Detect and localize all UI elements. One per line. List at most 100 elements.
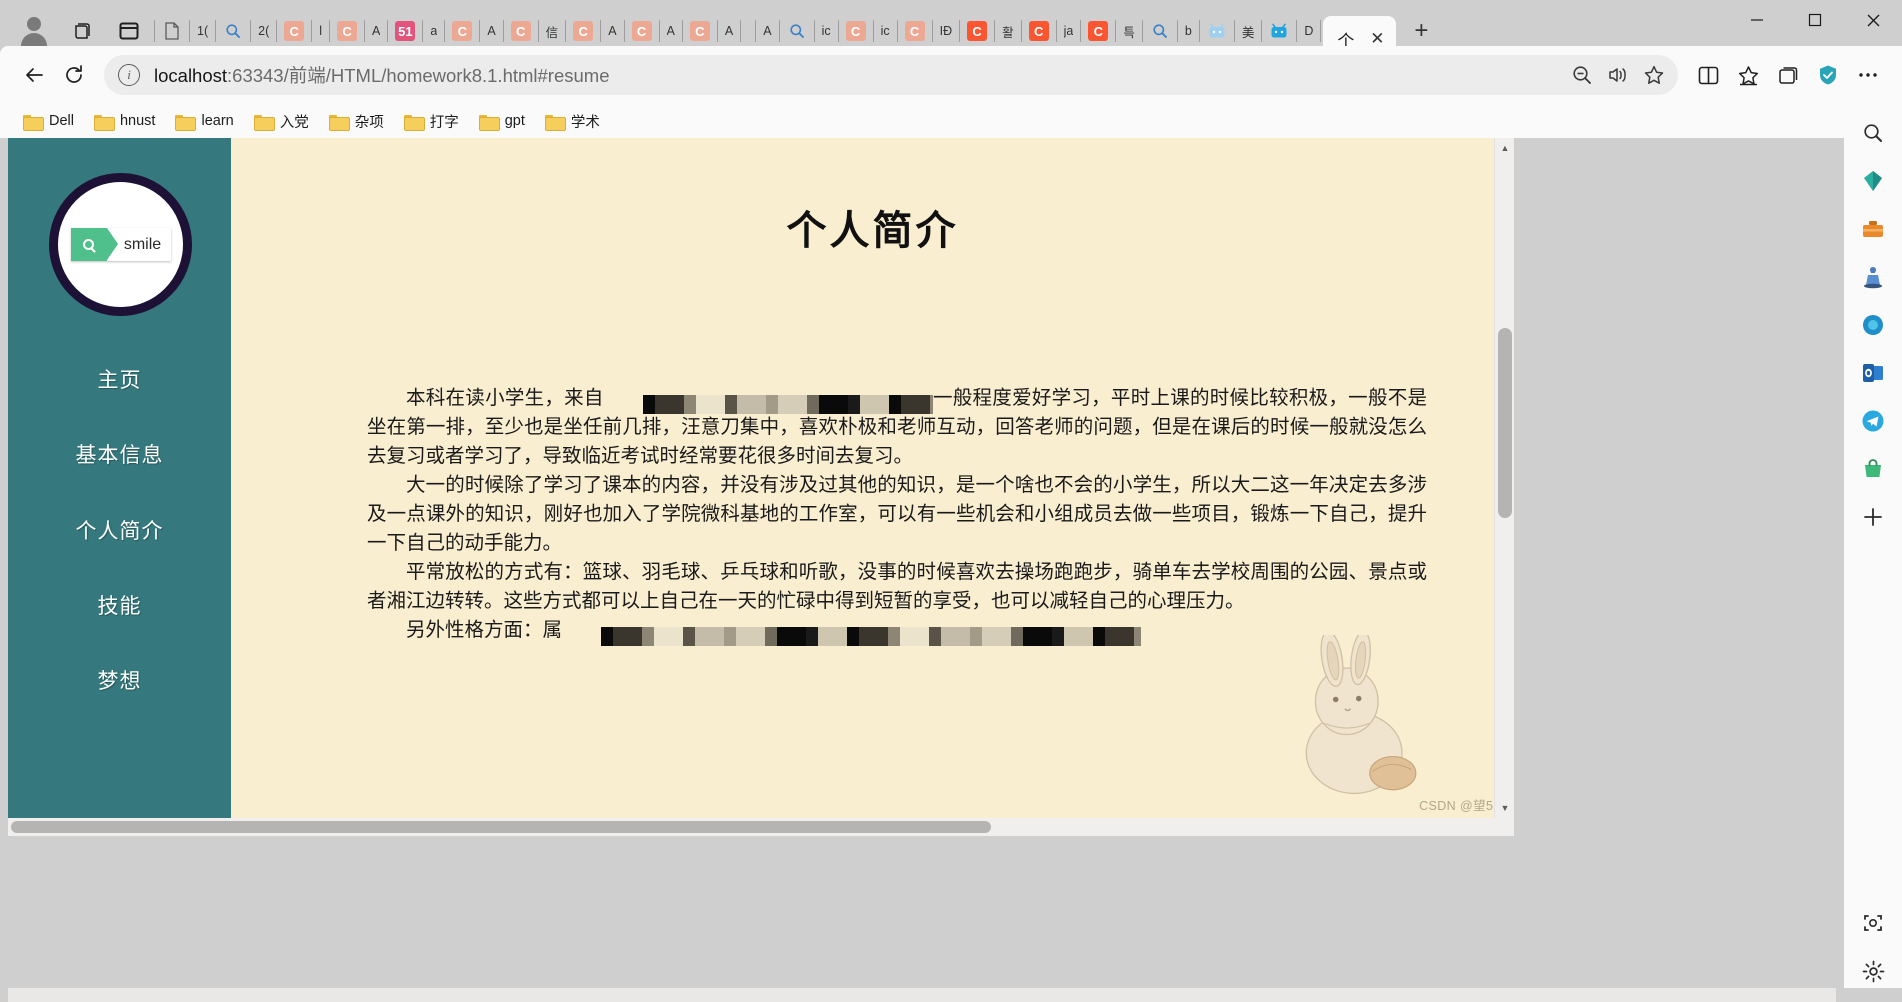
tab-separator — [931, 20, 933, 42]
redaction-cell — [613, 626, 643, 646]
tab-separator — [1080, 20, 1082, 42]
scroll-thumb[interactable] — [1498, 328, 1512, 518]
sidebar-item-0[interactable]: 主页 — [8, 364, 231, 394]
bookmark-label: gpt — [504, 113, 525, 129]
bookmark-item[interactable]: 入党 — [245, 107, 318, 136]
scroll-up-icon[interactable]: ▲ — [1495, 138, 1515, 158]
tab-separator — [872, 20, 874, 42]
add-sidebar-icon[interactable] — [1852, 496, 1894, 538]
folder-icon — [253, 114, 275, 131]
sidebar-item-2[interactable]: 个人简介 — [8, 515, 231, 545]
redaction-cell — [724, 626, 737, 646]
paragraph-p1: 本科在读小学生，来自 一般程度爱好学习，平时上课的时候比较积极，一般不是坐在第一排… — [367, 384, 1427, 471]
toolbox-icon[interactable] — [1852, 208, 1894, 250]
bookmarks-bar: Dell hnust learn 入党 杂项 打字 gpt 学术 — [0, 104, 1902, 138]
shopping-diamond-icon[interactable] — [1852, 160, 1894, 202]
tab-label: 활 — [1002, 25, 1014, 40]
scroll-down-icon[interactable]: ▼ — [1495, 798, 1515, 818]
csdn-icon: C — [967, 21, 988, 41]
bookmark-item[interactable]: 杂项 — [320, 107, 393, 136]
page-horizontal-scrollbar[interactable] — [8, 818, 1514, 836]
redaction-cell — [642, 626, 655, 646]
redaction-cell — [929, 626, 942, 646]
minimize-button[interactable] — [1728, 0, 1786, 40]
tab-label: A — [487, 24, 496, 38]
zoom-out-icon[interactable] — [1564, 57, 1600, 93]
tab-separator — [1020, 20, 1022, 42]
hscroll-thumb[interactable] — [11, 821, 991, 833]
new-tab-button[interactable]: + — [1404, 14, 1438, 48]
folder-icon — [23, 114, 44, 131]
games-icon[interactable] — [1852, 256, 1894, 298]
bookmark-item[interactable]: Dell — [14, 109, 83, 133]
tab-label: 특 — [1123, 25, 1135, 40]
folder-icon — [544, 114, 566, 131]
tab-label: 信 — [545, 25, 559, 40]
site-info-icon[interactable]: i — [118, 64, 140, 86]
search-sidebar-icon[interactable] — [1852, 112, 1894, 154]
redaction-cell — [654, 626, 684, 646]
collections-icon — [1778, 66, 1797, 84]
tab-separator — [502, 20, 504, 42]
page-icon — [162, 21, 182, 41]
page-vertical-scrollbar[interactable]: ▲ ▼ — [1494, 138, 1514, 818]
page-sidebar: smile 主页 基本信息 个人简介 技能 梦想 — [8, 138, 231, 818]
account-avatar-icon — [17, 14, 51, 48]
tab-label: IĐ — [939, 24, 953, 38]
redaction-cell — [1105, 626, 1135, 646]
redaction-cell — [695, 394, 725, 414]
sidebar-item-4[interactable]: 梦想 — [8, 665, 231, 695]
telegram-icon[interactable] — [1852, 400, 1894, 442]
bookmark-item[interactable]: gpt — [470, 109, 534, 133]
browser-essentials-button[interactable] — [1808, 55, 1848, 95]
paragraph-p4: 另外性格方面：属 — [367, 616, 1427, 646]
tab-separator — [681, 20, 683, 42]
sidebar-item-3[interactable]: 技能 — [8, 590, 231, 620]
outlook-icon[interactable] — [1852, 352, 1894, 394]
folder-icon — [175, 114, 197, 131]
bookmark-item[interactable]: learn — [166, 109, 242, 133]
tab-separator — [813, 20, 815, 42]
workspaces-icon — [75, 23, 90, 39]
address-bar[interactable]: i localhost:63343/前端/HTML/homework8.1.ht… — [104, 55, 1678, 95]
shopping-bag-icon[interactable] — [1852, 448, 1894, 490]
sidebar-item-label: 技能 — [97, 595, 142, 618]
redaction-cell — [1023, 626, 1053, 646]
url-path: :63343/前端/HTML/homework8.1.html#resume — [227, 65, 610, 86]
tab-label: b — [1184, 24, 1192, 38]
bookmark-item[interactable]: 打字 — [395, 107, 468, 136]
favorites-button[interactable] — [1728, 55, 1768, 95]
more-options-icon — [1859, 73, 1877, 77]
redaction-cell — [642, 394, 655, 414]
tab-label: 美 — [1241, 25, 1255, 40]
read-aloud-icon[interactable] — [1600, 57, 1636, 93]
more-options-button[interactable] — [1848, 55, 1888, 95]
sidebar-item-1[interactable]: 基本信息 — [8, 439, 231, 469]
redaction-cell — [847, 626, 860, 646]
screenshot-icon[interactable] — [1852, 902, 1894, 944]
split-screen-button[interactable] — [1688, 55, 1728, 95]
tab-label: A — [608, 24, 617, 38]
settings-gear-icon[interactable] — [1852, 950, 1894, 992]
close-window-button[interactable] — [1844, 0, 1902, 40]
redaction-cell — [859, 626, 889, 646]
bookmark-label: 杂项 — [354, 114, 384, 131]
sidebar-item-label: 个人简介 — [75, 520, 164, 543]
star-icon[interactable] — [1636, 57, 1672, 93]
bookmark-label: 入党 — [279, 114, 309, 131]
tab-actions-icon — [119, 22, 139, 40]
tab-separator — [1176, 20, 1178, 42]
back-button[interactable] — [14, 55, 54, 95]
reload-button[interactable] — [54, 55, 94, 95]
copilot-icon[interactable] — [1852, 304, 1894, 346]
new-tab-label: + — [1414, 17, 1429, 44]
tab-separator — [959, 20, 961, 42]
bookmark-item[interactable]: 学术 — [536, 107, 609, 136]
paragraph-text: 平常放松的方式有：篮球、羽毛球、乒乓球和听歌，没事的时候喜欢去操场跑跑步，骑单车… — [367, 561, 1427, 612]
browser-essentials-icon — [1820, 65, 1836, 85]
tab-label: 1( — [197, 24, 209, 38]
bookmark-label: hnust — [119, 113, 156, 129]
collections-button[interactable] — [1768, 55, 1808, 95]
bookmark-item[interactable]: hnust — [85, 109, 164, 133]
maximize-button[interactable] — [1786, 0, 1844, 40]
